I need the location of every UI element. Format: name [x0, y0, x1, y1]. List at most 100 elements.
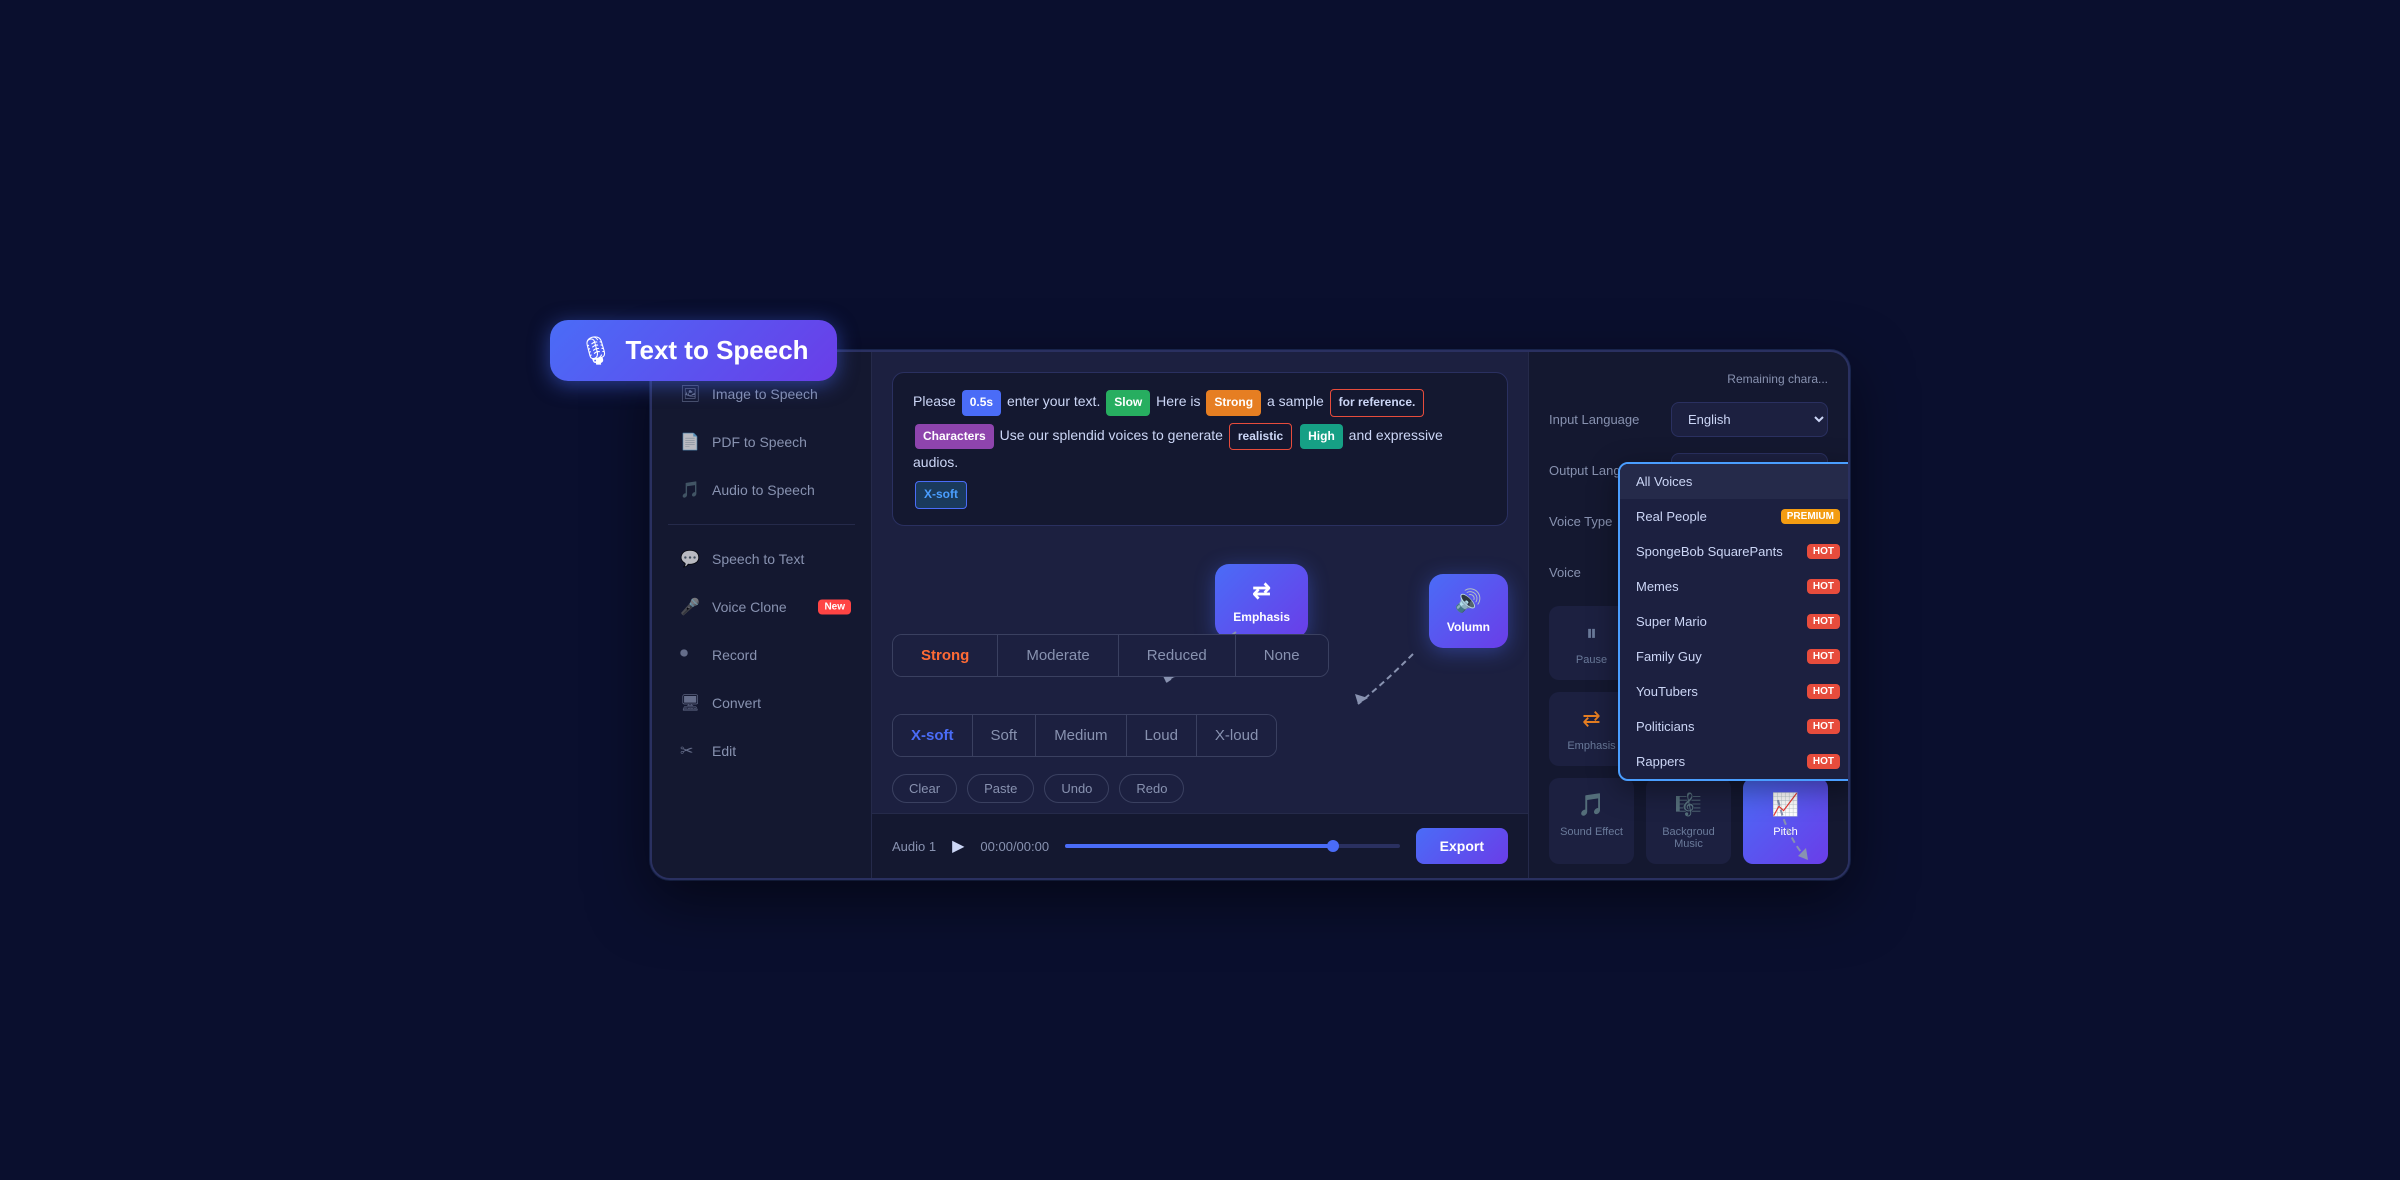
emphasis-option-strong[interactable]: Strong — [893, 635, 998, 676]
audio-player: Audio 1 ▶ 00:00/00:00 Export — [872, 813, 1528, 878]
volume-option-loud[interactable]: Loud — [1127, 715, 1197, 756]
edit-icon: ✂ — [680, 741, 700, 761]
tag-high[interactable]: High — [1300, 424, 1343, 450]
time-display: 00:00/00:00 — [980, 839, 1049, 854]
tag-05s[interactable]: 0.5s — [962, 390, 1001, 416]
app-window: 🖼 Image to Speech 📄 PDF to Speech 🎵 Audi… — [650, 350, 1850, 880]
hot-badge: HOT — [1807, 719, 1840, 734]
sidebar-item-voice-clone[interactable]: 🎤 Voice Clone New — [660, 585, 863, 629]
pause-label: Pause — [1576, 654, 1607, 666]
volume-btn-icon: 🔊 — [1455, 588, 1482, 614]
sidebar-item-audio-to-speech[interactable]: 🎵 Audio to Speech — [660, 468, 863, 512]
dropdown-item-youtubers[interactable]: YouTubers HOT — [1620, 674, 1848, 709]
sound-effect-label: Sound Effect — [1560, 826, 1623, 838]
tag-characters[interactable]: Characters — [915, 424, 994, 450]
dropdown-label: Politicians — [1636, 719, 1695, 734]
dropdown-label: YouTubers — [1636, 684, 1698, 699]
volume-option-soft[interactable]: Soft — [973, 715, 1037, 756]
voice-dropdown: All Voices Real People PREMIUM SpongeBob… — [1618, 462, 1848, 781]
progress-bar[interactable] — [1065, 844, 1400, 848]
text-display[interactable]: Please 0.5s enter your text. Slow Here i… — [892, 372, 1508, 526]
dropdown-item-memes[interactable]: Memes HOT — [1620, 569, 1848, 604]
sidebar-item-label: Speech to Text — [712, 551, 804, 567]
sound-effect-icon: 🎵 — [1578, 792, 1605, 818]
new-badge: New — [818, 600, 851, 615]
emphasis-option-moderate[interactable]: Moderate — [998, 635, 1118, 676]
tag-slow[interactable]: Slow — [1106, 390, 1150, 416]
volume-option-xsoft[interactable]: X-soft — [893, 715, 973, 756]
text-4: a sample — [1267, 393, 1328, 409]
editor-area: Please 0.5s enter your text. Slow Here i… — [872, 352, 1528, 564]
tag-xsoft[interactable]: X-soft — [915, 481, 967, 509]
audio-to-speech-icon: 🎵 — [680, 480, 700, 500]
sidebar-item-label: PDF to Speech — [712, 434, 807, 450]
icon-sound-effect[interactable]: 🎵 Sound Effect — [1549, 778, 1634, 864]
emphasis-label: Emphasis — [1567, 740, 1615, 752]
sidebar-divider — [668, 524, 855, 525]
sidebar-item-speech-to-text[interactable]: 💬 Speech to Text — [660, 537, 863, 581]
sidebar: 🖼 Image to Speech 📄 PDF to Speech 🎵 Audi… — [652, 352, 872, 878]
emphasis-option-none[interactable]: None — [1236, 635, 1328, 676]
sidebar-item-label: Edit — [712, 743, 736, 759]
hot-badge: HOT — [1807, 614, 1840, 629]
input-language-select[interactable]: English — [1671, 402, 1828, 437]
sidebar-item-edit[interactable]: ✂ Edit — [660, 729, 863, 773]
dropdown-item-all-voices[interactable]: All Voices — [1620, 464, 1848, 499]
pitch-active-icon: 📈 — [1772, 792, 1799, 818]
tag-realistic[interactable]: realistic — [1229, 423, 1292, 451]
export-button[interactable]: Export — [1416, 828, 1508, 864]
volume-option-medium[interactable]: Medium — [1036, 715, 1126, 756]
convert-icon: 🖥 — [680, 693, 700, 713]
undo-button[interactable]: Undo — [1044, 774, 1109, 803]
premium-badge: PREMIUM — [1781, 509, 1840, 524]
dropdown-item-politicians[interactable]: Politicians HOT — [1620, 709, 1848, 744]
text-2: enter your text. — [1007, 393, 1104, 409]
input-language-row: Input Language English — [1549, 402, 1828, 437]
sidebar-item-record[interactable]: ⏺ Record — [660, 633, 863, 677]
emphasis-floating-button[interactable]: ⇄ Emphasis — [1215, 564, 1308, 638]
speech-to-text-icon: 💬 — [680, 549, 700, 569]
dropdown-item-spongebob[interactable]: SpongeBob SquarePants HOT — [1620, 534, 1848, 569]
sidebar-item-label: Voice Clone — [712, 599, 787, 615]
volume-option-xloud[interactable]: X-loud — [1197, 715, 1276, 756]
volume-arrow — [1353, 654, 1473, 714]
dropdown-item-real-people[interactable]: Real People PREMIUM — [1620, 499, 1848, 534]
progress-handle[interactable] — [1327, 840, 1339, 852]
voice-clone-icon: 🎤 — [680, 597, 700, 617]
progress-fill — [1065, 844, 1333, 848]
dropdown-label: Family Guy — [1636, 649, 1702, 664]
image-to-speech-icon: 🖼 — [680, 384, 700, 404]
sidebar-item-convert[interactable]: 🖥 Convert — [660, 681, 863, 725]
dropdown-label: Memes — [1636, 579, 1679, 594]
icon-background-music[interactable]: 🎼 Backgroud Music — [1646, 778, 1731, 864]
volume-floating-button[interactable]: 🔊 Volumn — [1429, 574, 1508, 648]
pitch-arrow — [1728, 820, 1828, 878]
dropdown-item-mario[interactable]: Super Mario HOT — [1620, 604, 1848, 639]
tag-strong[interactable]: Strong — [1206, 390, 1261, 416]
record-icon: ⏺ — [680, 645, 700, 665]
play-button[interactable]: ▶ — [952, 836, 964, 856]
pause-icon: ⏸ — [1586, 620, 1597, 646]
audio-label: Audio 1 — [892, 839, 936, 854]
sidebar-item-label: Image to Speech — [712, 386, 818, 402]
emphasis-option-reduced[interactable]: Reduced — [1119, 635, 1236, 676]
tag-for-reference[interactable]: for reference. — [1330, 389, 1425, 417]
text-before: Please — [913, 393, 960, 409]
sidebar-item-pdf-to-speech[interactable]: 📄 PDF to Speech — [660, 420, 863, 464]
editor-toolbar: Clear Paste Undo Redo — [872, 764, 1528, 813]
dropdown-label: Real People — [1636, 509, 1707, 524]
redo-button[interactable]: Redo — [1119, 774, 1184, 803]
paste-button[interactable]: Paste — [967, 774, 1034, 803]
sidebar-item-label: Convert — [712, 695, 761, 711]
dropdown-item-rappers[interactable]: Rappers HOT — [1620, 744, 1848, 779]
background-music-icon: 🎼 — [1675, 792, 1702, 818]
text-3: Here is — [1156, 393, 1204, 409]
dropdown-label: Super Mario — [1636, 614, 1707, 629]
clear-button[interactable]: Clear — [892, 774, 957, 803]
pdf-to-speech-icon: 📄 — [680, 432, 700, 452]
emphasis-icon: ⇄ — [1582, 706, 1600, 732]
right-panel: Remaining chara... Input Language Englis… — [1528, 352, 1848, 878]
dropdown-label: Rappers — [1636, 754, 1685, 769]
dropdown-item-family-guy[interactable]: Family Guy HOT — [1620, 639, 1848, 674]
input-language-label: Input Language — [1549, 412, 1659, 427]
